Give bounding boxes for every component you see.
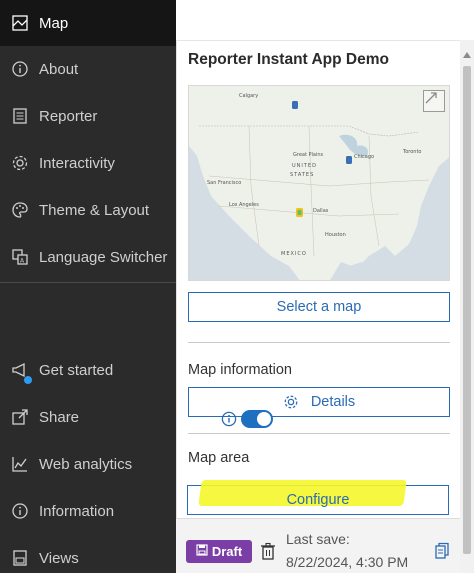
map-label: Houston <box>325 232 346 238</box>
sidebar-item-label: Map <box>39 14 69 32</box>
scroll-thumb[interactable] <box>463 66 471 554</box>
sidebar-item-get-started[interactable]: Get started <box>0 347 176 393</box>
gear-icon <box>11 154 29 172</box>
analytics-icon <box>11 455 29 473</box>
sidebar-item-interactivity[interactable]: Interactivity <box>0 140 176 186</box>
sidebar-item-label: Reporter <box>39 107 98 125</box>
map-label: STATES <box>290 172 315 178</box>
views-icon <box>11 549 29 567</box>
map-preview[interactable]: Calgary UNITED STATES Great Plains Chica… <box>188 85 450 281</box>
map-label: Dallas <box>313 208 329 214</box>
sidebar: Map About Reporter Interactivity Theme &… <box>0 0 176 573</box>
sidebar-item-label: Get started <box>39 361 114 379</box>
sidebar-divider <box>0 282 176 283</box>
draft-label: Draft <box>211 544 243 559</box>
expand-map-button[interactable] <box>423 90 445 112</box>
reporter-icon <box>11 107 29 125</box>
map-label: Toronto <box>403 149 422 155</box>
scroll-up-arrow-icon[interactable] <box>463 52 471 58</box>
gear-icon <box>283 394 299 410</box>
sidebar-item-reporter[interactable]: Reporter <box>0 93 176 139</box>
sidebar-item-label: Information <box>39 502 115 520</box>
map-label: UNITED <box>292 163 317 169</box>
sidebar-item-views[interactable]: Views <box>0 535 176 573</box>
language-icon: A <box>11 248 29 266</box>
copy-icon[interactable] <box>434 542 450 560</box>
sidebar-item-label: Theme & Layout <box>39 201 150 219</box>
divider <box>188 433 450 434</box>
map-label: Chicago <box>354 154 375 160</box>
save-icon <box>196 544 208 559</box>
map-label: Great Plains <box>293 152 324 158</box>
info-icon <box>11 502 29 520</box>
palette-icon <box>11 201 29 219</box>
map-label: San Francisco <box>207 180 242 186</box>
share-icon <box>11 408 29 426</box>
sidebar-item-share[interactable]: Share <box>0 394 176 440</box>
info-icon <box>11 60 29 78</box>
select-map-button[interactable]: Select a map <box>188 292 450 322</box>
configure-label: Configure <box>286 492 350 508</box>
sidebar-item-label: Views <box>39 549 79 567</box>
notification-dot <box>24 376 32 384</box>
footer-bar: Draft Last save: 8/22/2024, 4:30 PM <box>176 518 460 573</box>
sidebar-item-theme-layout[interactable]: Theme & Layout <box>0 187 176 233</box>
sidebar-item-label: About <box>39 60 79 78</box>
panel-title: Reporter Instant App Demo <box>188 51 389 68</box>
map-area-toggle[interactable] <box>241 410 273 428</box>
sidebar-item-language-switcher[interactable]: A Language Switcher <box>0 234 176 280</box>
sidebar-item-map[interactable]: Map <box>0 0 176 46</box>
map-icon <box>11 14 29 32</box>
last-save-label: Last save: <box>286 531 350 547</box>
map-area-label: Map area <box>188 450 250 466</box>
sidebar-item-label: Web analytics <box>39 455 133 473</box>
toggle-knob <box>257 412 271 426</box>
draft-badge[interactable]: Draft <box>186 540 252 563</box>
sidebar-item-label: Share <box>39 408 80 426</box>
map-label: Calgary <box>239 93 259 99</box>
sidebar-item-information[interactable]: Information <box>0 488 176 534</box>
sidebar-item-web-analytics[interactable]: Web analytics <box>0 441 176 487</box>
last-save-date: 8/22/2024, 4:30 PM <box>286 554 409 570</box>
details-label: Details <box>310 394 356 410</box>
info-icon[interactable] <box>221 411 237 427</box>
trash-icon[interactable] <box>260 542 276 560</box>
scrollbar[interactable] <box>460 40 474 573</box>
divider <box>188 342 450 343</box>
map-label: Los Angeles <box>229 202 259 208</box>
map-information-label: Map information <box>188 362 292 378</box>
map-label: MEXICO <box>281 251 307 257</box>
sidebar-item-label: Language Switcher <box>39 248 168 266</box>
sidebar-item-label: Interactivity <box>39 154 115 172</box>
sidebar-item-about[interactable]: About <box>0 46 176 92</box>
